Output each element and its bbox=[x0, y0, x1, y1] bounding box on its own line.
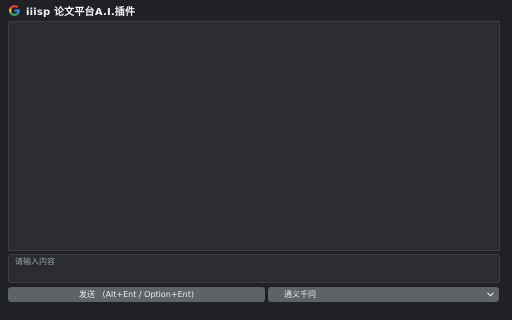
logo-icon bbox=[9, 4, 20, 16]
send-button[interactable]: 发送 （Alt+Ent / Option+Ent) bbox=[8, 287, 265, 302]
app-title: iiisp 论文平台A.I.插件 bbox=[26, 6, 136, 18]
model-select-value: 通义千问 bbox=[284, 290, 316, 299]
message-input[interactable] bbox=[8, 254, 500, 283]
chat-output-panel[interactable] bbox=[8, 21, 500, 251]
model-select[interactable]: 通义千问 bbox=[268, 287, 499, 302]
chevron-down-icon bbox=[487, 292, 494, 297]
app-header: iiisp 论文平台A.I.插件 bbox=[8, 2, 135, 18]
